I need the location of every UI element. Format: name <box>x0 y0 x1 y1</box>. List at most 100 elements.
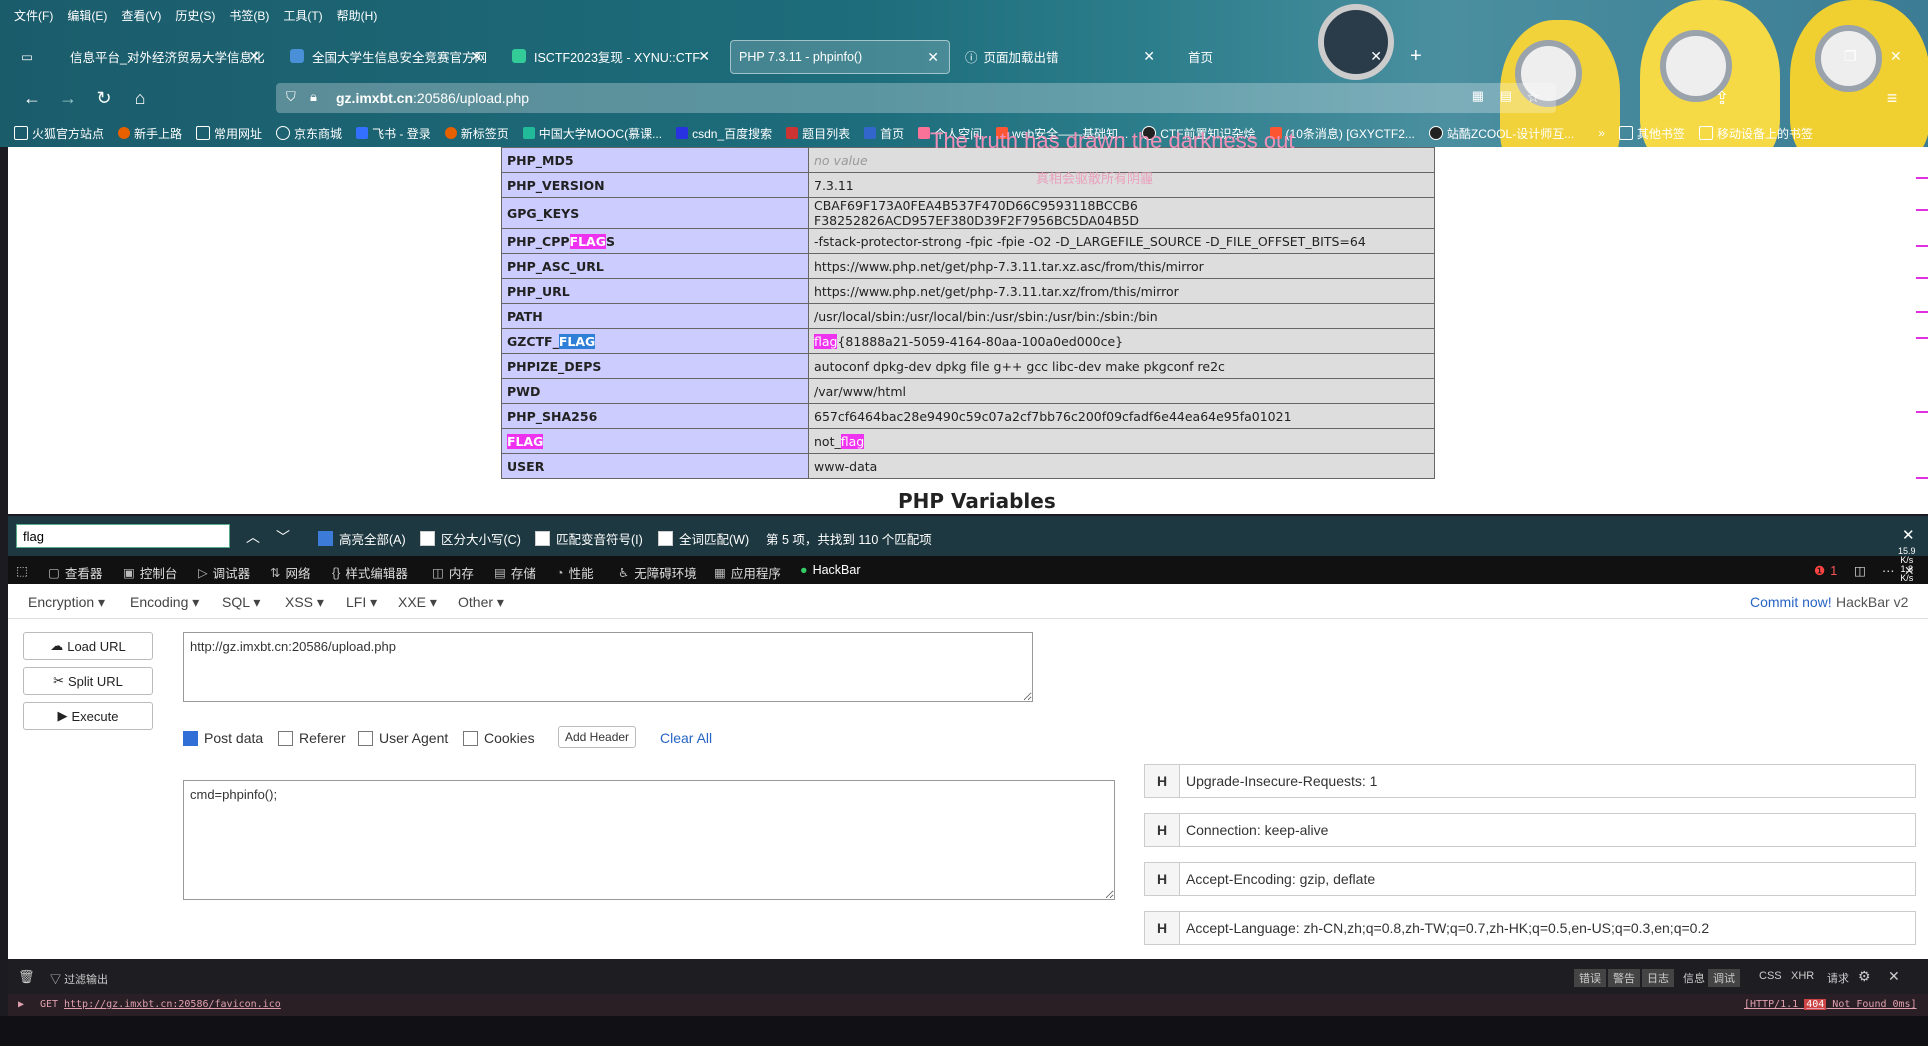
lock-icon[interactable]: 🔒︎ <box>310 89 317 105</box>
close-icon[interactable]: ✕ <box>1370 48 1382 65</box>
log-url-link[interactable]: http://gz.imxbt.cn:20586/favicon.ico <box>64 999 281 1010</box>
forward-icon[interactable]: → <box>56 86 80 110</box>
tab-item[interactable]: 全国大学生信息安全竞赛官方网 ✕ <box>278 40 492 72</box>
back-icon[interactable]: ← <box>20 86 44 110</box>
extension-icon[interactable]: ⇪ <box>1710 86 1734 110</box>
close-icon[interactable]: ✕ <box>927 49 939 66</box>
restore-window-button[interactable]: ❐ <box>1844 40 1857 72</box>
trash-icon[interactable]: 🗑︎ <box>18 969 35 985</box>
hackbar-menu-lfi[interactable]: LFI ▾ <box>346 594 377 611</box>
match-diacritics-checkbox[interactable]: 匹配变音符号(I) <box>535 529 643 548</box>
tab-item[interactable]: ⓘ 页面加载出错 ✕ <box>955 40 1165 72</box>
url-textarea[interactable]: http://gz.imxbt.cn:20586/upload.php <box>183 632 1033 702</box>
hackbar-menu-xxe[interactable]: XXE ▾ <box>398 594 437 611</box>
bookmark-item[interactable]: 飞书 - 登录 <box>356 125 431 142</box>
devtools-tab[interactable]: {} 样式编辑器 <box>332 563 408 582</box>
console-log-entry[interactable]: ▶ GET http://gz.imxbt.cn:20586/favicon.i… <box>8 994 1928 1016</box>
devtools-tab[interactable]: ▦ 应用程序 <box>714 563 781 582</box>
menu-item[interactable]: 工具(T) <box>283 7 322 24</box>
filter-warnings[interactable]: 警告 <box>1608 969 1640 987</box>
tab-list-icon[interactable]: ▭ <box>10 40 44 72</box>
highlight-all-checkbox[interactable]: 高亮全部(A) <box>318 529 406 548</box>
cookies-checkbox[interactable]: Cookies <box>463 730 535 746</box>
user-agent-checkbox[interactable]: User Agent <box>358 730 448 746</box>
filter-errors[interactable]: 错误 <box>1574 969 1606 987</box>
devtools-tab[interactable]: ▢ 查看器 <box>48 563 102 582</box>
reload-icon[interactable]: ↻ <box>92 86 116 110</box>
filter-xhr[interactable]: XHR <box>1786 969 1819 983</box>
close-find-bar-icon[interactable]: ✕ <box>1902 526 1915 544</box>
header-row[interactable]: H Accept-Encoding: gzip, deflate <box>1144 862 1916 896</box>
dock-icon[interactable]: ◫ <box>1854 563 1866 578</box>
match-case-checkbox[interactable]: 区分大小写(C) <box>420 529 521 548</box>
execute-button[interactable]: ▶ Execute <box>23 702 153 730</box>
menu-icon[interactable]: ≡ <box>1880 86 1904 110</box>
bookmark-item[interactable]: 中国大学MOOC(慕课... <box>522 125 662 142</box>
post-body-textarea[interactable]: cmd=phpinfo(); <box>183 780 1115 900</box>
close-window-button[interactable]: ✕ <box>1890 40 1902 72</box>
bookmark-item[interactable]: 京东商城 <box>276 125 342 142</box>
find-next-icon[interactable]: ﹀ <box>276 527 290 547</box>
devtools-tab[interactable]: ▣ 控制台 <box>123 563 177 582</box>
hackbar-menu-xss[interactable]: XSS ▾ <box>285 594 324 611</box>
more-options-icon[interactable]: ⋯ <box>1882 563 1895 578</box>
element-picker-icon[interactable]: ⬚ <box>16 563 28 578</box>
clear-all-link[interactable]: Clear All <box>660 730 712 746</box>
devtools-tab[interactable]: ▤ 存储 <box>494 563 536 582</box>
filter-debug[interactable]: 调试 <box>1708 969 1740 987</box>
whole-words-checkbox[interactable]: 全词匹配(W) <box>658 529 749 548</box>
header-row[interactable]: H Upgrade-Insecure-Requests: 1 <box>1144 764 1916 798</box>
load-url-button[interactable]: ☁ Load URL <box>23 632 153 660</box>
devtools-tab[interactable]: ⇅ 网络 <box>270 563 311 582</box>
expand-triangle-icon[interactable]: ▶ <box>18 999 24 1010</box>
hackbar-menu-encryption[interactable]: Encryption ▾ <box>28 594 105 611</box>
filter-logs[interactable]: 日志 <box>1642 969 1674 987</box>
bookmark-folder-mobile[interactable]: 移动设备上的书签 <box>1698 125 1813 142</box>
error-count-badge[interactable]: ❶1 <box>1814 563 1837 579</box>
home-icon[interactable]: ⌂ <box>128 86 152 110</box>
split-url-button[interactable]: ✂ Split URL <box>23 667 153 695</box>
bookmark-folder-other[interactable]: 其他书签 <box>1618 125 1685 142</box>
new-tab-button[interactable]: + <box>1410 40 1434 72</box>
hackbar-menu-encoding[interactable]: Encoding ▾ <box>130 594 199 611</box>
devtools-tab[interactable]: ▷ 调试器 <box>198 563 250 582</box>
filter-info[interactable]: 信息 <box>1678 969 1710 987</box>
hackbar-menu-sql[interactable]: SQL ▾ <box>222 594 260 611</box>
find-input[interactable] <box>16 524 230 548</box>
bookmark-item[interactable]: 首页 <box>864 125 904 142</box>
bookmark-item[interactable]: csdn_百度搜索 <box>676 125 772 142</box>
menu-item[interactable]: 文件(F) <box>14 7 53 24</box>
header-row[interactable]: H Connection: keep-alive <box>1144 813 1916 847</box>
close-icon[interactable]: ✕ <box>1143 48 1155 65</box>
menu-item[interactable]: 帮助(H) <box>337 7 378 24</box>
close-icon[interactable]: ✕ <box>470 48 482 65</box>
tab-item[interactable]: 首页 ✕ <box>1172 40 1392 72</box>
bookmarks-overflow-icon[interactable]: » <box>1598 126 1605 140</box>
devtools-tab[interactable]: ◫ 内存 <box>432 563 474 582</box>
filter-requests[interactable]: 请求 <box>1822 969 1854 987</box>
filter-css[interactable]: CSS <box>1754 969 1787 983</box>
menu-item[interactable]: 查看(V) <box>121 7 161 24</box>
menu-item[interactable]: 书签(B) <box>229 7 269 24</box>
console-input-area[interactable] <box>0 1016 1928 1046</box>
log-status[interactable]: [HTTP/1.1 404 Not Found 0ms] <box>1744 999 1917 1010</box>
tab-item-active[interactable]: PHP 7.3.11 - phpinfo() ✕ <box>730 40 950 74</box>
close-icon[interactable]: ✕ <box>698 48 710 65</box>
tab-item[interactable]: 信息平台_对外经济贸易大学信息化 ✕ <box>50 40 270 72</box>
bookmark-item[interactable]: 新标签页 <box>444 125 509 142</box>
commit-now-link[interactable]: Commit now! <box>1750 594 1832 610</box>
add-header-button[interactable]: Add Header <box>558 726 637 748</box>
header-row[interactable]: H Accept-Language: zh-CN,zh;q=0.8,zh-TW;q… <box>1144 911 1916 945</box>
find-previous-icon[interactable]: ︿ <box>246 527 260 547</box>
bookmark-item[interactable]: 常用网址 <box>196 125 262 142</box>
bookmark-star-icon[interactable]: ☆ <box>1527 88 1540 106</box>
shield-icon[interactable]: ⛉ <box>286 89 296 105</box>
bookmark-item[interactable]: 火狐官方站点 <box>14 125 104 142</box>
url-bar[interactable]: ⛉ 🔒︎ gz.imxbt.cn:20586/upload.php ☆ ▤ ▦ <box>276 83 1556 113</box>
menu-item[interactable]: 历史(S) <box>175 7 215 24</box>
devtools-tab-hackbar[interactable]: ● HackBar <box>800 563 861 577</box>
bookmark-item[interactable]: 站酷ZCOOL-设计师互... <box>1428 125 1574 142</box>
filter-output-input[interactable]: ▽ 过滤输出 <box>50 971 108 987</box>
bookmark-item[interactable]: 题目列表 <box>786 125 850 142</box>
settings-gear-icon[interactable]: ⚙ <box>1858 968 1871 985</box>
